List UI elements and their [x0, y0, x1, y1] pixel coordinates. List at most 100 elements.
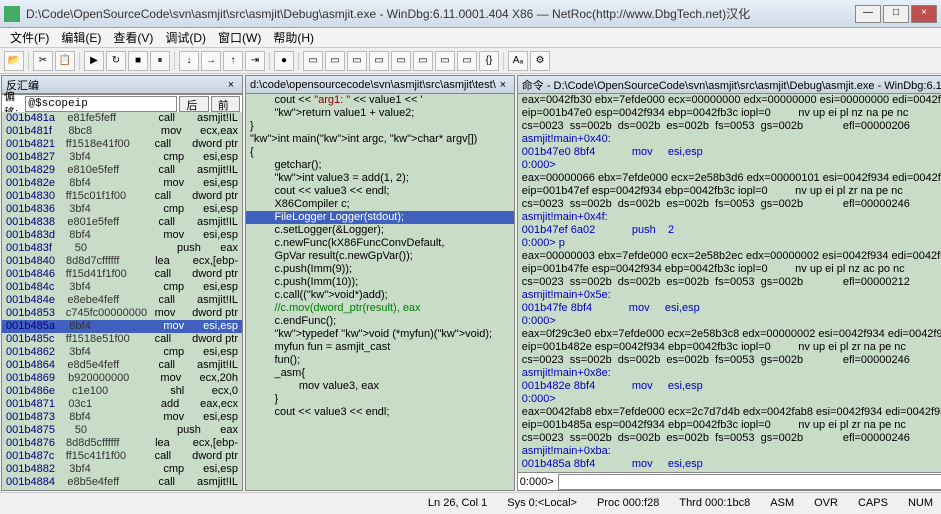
break-icon[interactable]: ⏸ — [150, 51, 170, 71]
menu-window[interactable]: 窗口(W) — [212, 29, 267, 46]
source-line[interactable]: c.newFunc(kX86FuncConvDefault, — [246, 237, 514, 250]
source-line[interactable]: cout << "arg1: " << value1 << ' — [246, 94, 514, 107]
menu-debug[interactable]: 调试(D) — [159, 29, 212, 46]
disasm-row[interactable]: 001b487103c1addeax,ecx — [2, 398, 242, 411]
disasm-row[interactable]: 001b48623bf4cmpesi,esp — [2, 346, 242, 359]
disasm-row[interactable]: 001b485cff1518e51f00calldword ptr — [2, 333, 242, 346]
window-disasm-icon[interactable]: ▭ — [435, 51, 455, 71]
close-button[interactable]: × — [911, 5, 937, 23]
forward-button[interactable]: 前进 — [211, 96, 240, 112]
disasm-row[interactable]: 001b484c3bf4cmpesi,esp — [2, 281, 242, 294]
source-line[interactable]: } — [246, 120, 514, 133]
minimize-button[interactable]: — — [855, 5, 881, 23]
step-into-icon[interactable]: ↓ — [179, 51, 199, 71]
disasm-row[interactable]: 001b48768d8d5cffffffleaecx,[ebp- — [2, 437, 242, 450]
source-line[interactable]: { — [246, 146, 514, 159]
restart-icon[interactable]: ↻ — [106, 51, 126, 71]
step-out-icon[interactable]: ↑ — [223, 51, 243, 71]
source-line[interactable]: "kw">typedef "kw">void (*myfun)("kw">voi… — [246, 328, 514, 341]
source-mode-icon[interactable]: {} — [479, 51, 499, 71]
source-line[interactable]: getchar(); — [246, 159, 514, 172]
disasm-row[interactable]: 001b4829e810e5feffcallasmjit!IL — [2, 164, 242, 177]
disasm-row[interactable]: 001b48823bf4cmpesi,esp — [2, 463, 242, 476]
disasm-row[interactable]: 001b48273bf4cmpesi,esp — [2, 151, 242, 164]
window-registers-icon[interactable]: ▭ — [369, 51, 389, 71]
command-line: eax=00000003 ebx=7efde000 ecx=2e58b2ec e… — [518, 250, 941, 263]
source-close-icon[interactable]: × — [496, 79, 510, 91]
disasm-row[interactable]: 001b48408d8d7cffffffleaecx,[ebp- — [2, 255, 242, 268]
disasm-row[interactable]: 001b481ae81fe5feffcallasmjit!IL — [2, 112, 242, 125]
source-line[interactable]: c.push(Imm(9)); — [246, 263, 514, 276]
source-line[interactable]: } — [246, 393, 514, 406]
step-over-icon[interactable]: → — [201, 51, 221, 71]
source-line[interactable]: "kw">int value3 = add(1, 2); — [246, 172, 514, 185]
open-icon[interactable]: 📂 — [4, 51, 24, 71]
source-line[interactable]: FileLogger Logger(stdout); — [246, 211, 514, 224]
window-locals-icon[interactable]: ▭ — [347, 51, 367, 71]
command-body[interactable]: eax=0042fb30 ebx=7efde000 ecx=00000000 e… — [518, 94, 941, 472]
disasm-row[interactable]: 001b4884e8b5e4feffcallasmjit!IL — [2, 476, 242, 489]
source-line[interactable]: c.setLogger(&Logger); — [246, 224, 514, 237]
options-icon[interactable]: ⚙ — [530, 51, 550, 71]
window-cmd-icon[interactable]: ▭ — [303, 51, 323, 71]
offset-input[interactable] — [25, 96, 177, 112]
disasm-row[interactable]: 001b4821ff1518e41f00calldword ptr — [2, 138, 242, 151]
menu-help[interactable]: 帮助(H) — [267, 29, 320, 46]
font-icon[interactable]: Aₐ — [508, 51, 528, 71]
disasm-row[interactable]: 001b4864e8d5e4feffcallasmjit!IL — [2, 359, 242, 372]
disasm-row[interactable]: 001b483d8bf4movesi,esp — [2, 229, 242, 242]
command-line: cs=0023 ss=002b ds=002b es=002b fs=0053 … — [518, 432, 941, 445]
window-memory-icon[interactable]: ▭ — [391, 51, 411, 71]
source-line[interactable]: //c.mov(dword_ptr(result), eax — [246, 302, 514, 315]
disasm-row[interactable]: 001b4853c745fc00000000movdword ptr — [2, 307, 242, 320]
run-to-cursor-icon[interactable]: ⇥ — [245, 51, 265, 71]
disasm-close-icon[interactable]: × — [224, 79, 238, 91]
disasm-row[interactable]: 001b486ec1e100shlecx,0 — [2, 385, 242, 398]
source-line[interactable]: cout << value3 << endl; — [246, 185, 514, 198]
disasm-row[interactable]: 001b48738bf4movesi,esp — [2, 411, 242, 424]
command-line: eax=0042fab8 ebx=7efde000 ecx=2c7d7d4b e… — [518, 406, 941, 419]
source-line[interactable]: myfun fun = asmjit_cast — [246, 341, 514, 354]
source-line[interactable]: X86Compiler c; — [246, 198, 514, 211]
disasm-body[interactable]: 001b481ae81fe5feffcallasmjit!IL001b481f8… — [2, 112, 242, 490]
cut-icon[interactable]: ✂ — [33, 51, 53, 71]
command-input[interactable] — [558, 474, 941, 490]
disasm-row[interactable]: 001b484ee8ebe4feffcallasmjit!IL — [2, 294, 242, 307]
disasm-row[interactable]: 001b4838e801e5feffcallasmjit!IL — [2, 216, 242, 229]
maximize-button[interactable]: □ — [883, 5, 909, 23]
disasm-row[interactable]: 001b4869b920000000movecx,20h — [2, 372, 242, 385]
menu-edit[interactable]: 编辑(E) — [55, 29, 107, 46]
command-line: 0:000> — [518, 393, 941, 406]
source-line[interactable]: "kw">return value1 + value2; — [246, 107, 514, 120]
window-scratch-icon[interactable]: ▭ — [457, 51, 477, 71]
disasm-row[interactable]: 001b48363bf4cmpesi,esp — [2, 203, 242, 216]
stop-icon[interactable]: ■ — [128, 51, 148, 71]
source-line[interactable]: c.call(("kw">void*)add); — [246, 289, 514, 302]
disasm-row[interactable]: 001b487550pusheax — [2, 424, 242, 437]
source-line[interactable]: _asm{ — [246, 367, 514, 380]
breakpoint-icon[interactable]: ● — [274, 51, 294, 71]
disasm-row[interactable]: 001b4830ff15c01f1f00calldword ptr — [2, 190, 242, 203]
source-line[interactable]: GpVar result(c.newGpVar()); — [246, 250, 514, 263]
disasm-row[interactable]: 001b481f8bc8movecx,eax — [2, 125, 242, 138]
source-line[interactable]: "kw">int main("kw">int argc, "kw">char* … — [246, 133, 514, 146]
back-button[interactable]: 后退 — [179, 96, 208, 112]
source-body[interactable]: cout << "arg1: " << value1 << ' "kw">ret… — [246, 94, 514, 490]
disasm-row[interactable]: 001b485a8bf4movesi,esp — [2, 320, 242, 333]
menu-view[interactable]: 查看(V) — [107, 29, 159, 46]
disasm-row[interactable]: 001b482e8bf4movesi,esp — [2, 177, 242, 190]
disasm-row[interactable]: 001b4889c645fc01movbyte ptr — [2, 489, 242, 490]
disasm-row[interactable]: 001b487cff15c41f1f00calldword ptr — [2, 450, 242, 463]
disasm-row[interactable]: 001b483f50pusheax — [2, 242, 242, 255]
source-line[interactable]: fun(); — [246, 354, 514, 367]
disasm-row[interactable]: 001b4846ff15d41f1f00calldword ptr — [2, 268, 242, 281]
menu-file[interactable]: 文件(F) — [4, 29, 55, 46]
source-line[interactable]: c.endFunc(); — [246, 315, 514, 328]
source-line[interactable]: cout << value3 << endl; — [246, 406, 514, 419]
window-watch-icon[interactable]: ▭ — [325, 51, 345, 71]
copy-icon[interactable]: 📋 — [55, 51, 75, 71]
source-line[interactable]: c.push(Imm(10)); — [246, 276, 514, 289]
window-call-icon[interactable]: ▭ — [413, 51, 433, 71]
source-line[interactable]: mov value3, eax — [246, 380, 514, 393]
go-icon[interactable]: ▶ — [84, 51, 104, 71]
